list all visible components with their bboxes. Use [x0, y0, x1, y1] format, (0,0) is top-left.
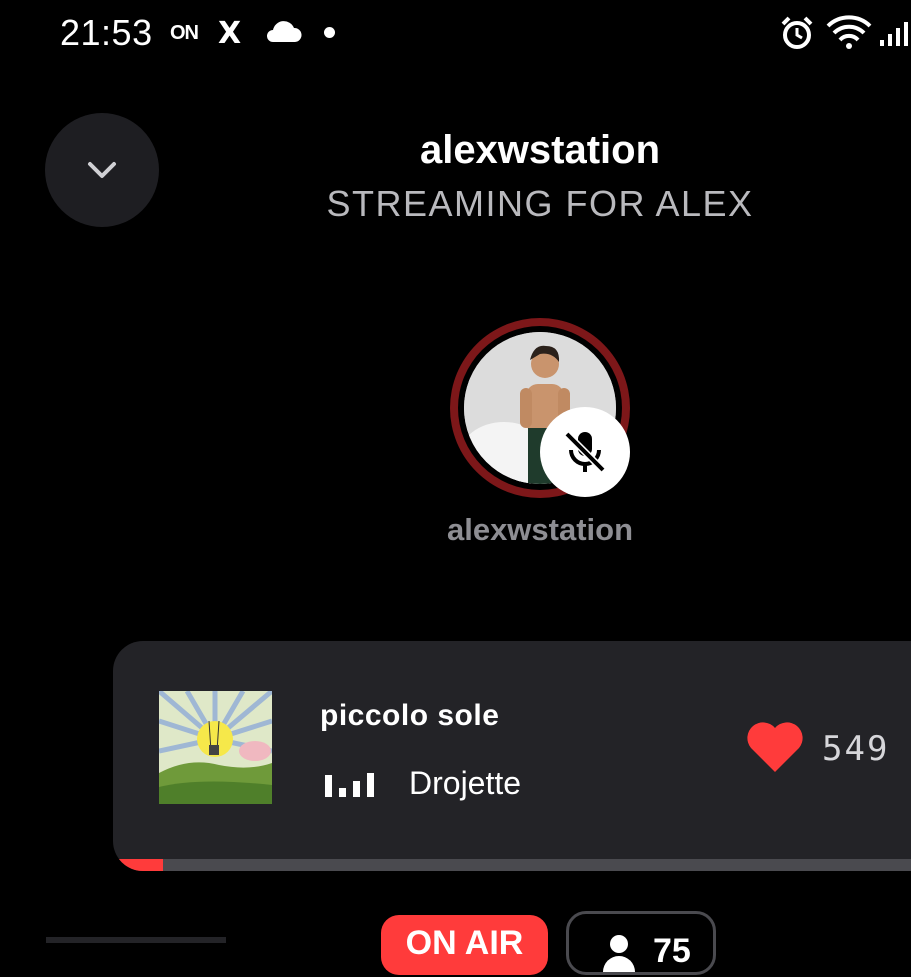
mic-muted-badge	[540, 407, 630, 497]
heart-icon[interactable]	[745, 720, 805, 779]
album-art	[157, 689, 274, 804]
like-count: 549	[822, 729, 890, 769]
person-icon	[599, 932, 639, 977]
station-subtitle: STREAMING FOR ALEX	[326, 183, 754, 224]
listener-count: 75	[653, 932, 691, 970]
collapse-button[interactable]	[45, 113, 159, 227]
track-title: piccolo sole	[320, 699, 500, 732]
status-time: 21:53	[60, 12, 153, 53]
station-name: alexwstation	[419, 128, 661, 172]
on-air-badge: ON AIR	[381, 915, 548, 975]
bottom-left-control[interactable]	[46, 937, 226, 943]
x-logo-icon: X	[218, 16, 242, 51]
notification-dot-icon	[324, 27, 335, 38]
wifi-icon	[826, 15, 872, 54]
track-progress-bar[interactable]	[113, 859, 911, 871]
equalizer-icon	[325, 771, 379, 802]
alarm-icon	[780, 16, 814, 55]
now-playing-card[interactable]: piccolo sole Drojette 549	[113, 641, 911, 871]
chevron-down-icon	[88, 162, 116, 178]
track-artist: Drojette	[409, 765, 522, 801]
listener-count-pill[interactable]: 75	[566, 911, 716, 975]
mic-muted-icon	[564, 431, 606, 473]
cloud-icon	[264, 20, 302, 49]
cellular-signal-icon	[878, 20, 908, 53]
host-name: alexwstation	[446, 512, 634, 547]
track-progress-fill	[113, 859, 163, 871]
on-app-icon: ON	[170, 22, 199, 44]
